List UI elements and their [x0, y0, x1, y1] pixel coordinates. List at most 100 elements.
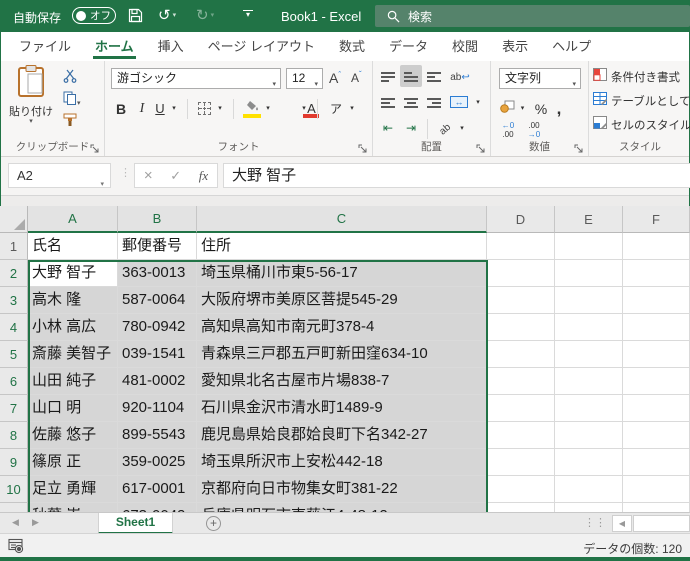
cell-B1[interactable]: 郵便番号 [118, 233, 197, 260]
currency-format-button[interactable] [497, 98, 517, 120]
conditional-formatting-button[interactable]: 条件付き書式 [593, 66, 690, 88]
cell-F6[interactable] [623, 368, 690, 395]
cell-F9[interactable] [623, 449, 690, 476]
cell-C3[interactable]: 大阪府堺市美原区菩提545-29 [197, 287, 487, 314]
select-all-corner[interactable] [0, 206, 28, 233]
autosave-toggle[interactable]: オフ [72, 7, 116, 24]
cell-B3[interactable]: 587-0064 [118, 287, 197, 314]
cell-D8[interactable] [487, 422, 555, 449]
borders-button[interactable] [195, 98, 213, 120]
align-bottom-button[interactable] [423, 65, 445, 87]
cell-F2[interactable] [623, 260, 690, 287]
cell-D10[interactable] [487, 476, 555, 503]
row-header-11[interactable]: 11 [0, 503, 28, 512]
hscroll-thumb[interactable] [633, 515, 690, 532]
cell-styles-button[interactable]: セルのスタイル [593, 114, 690, 136]
cell-B10[interactable]: 617-0001 [118, 476, 197, 503]
ribbon-tab-挿入[interactable]: 挿入 [146, 32, 196, 61]
align-right-button[interactable] [423, 91, 445, 113]
cell-B9[interactable]: 359-0025 [118, 449, 197, 476]
cell-C6[interactable]: 愛知県北名古屋市片場838-7 [197, 368, 487, 395]
merge-center-button[interactable]: ↔ [447, 91, 471, 113]
decrease-decimal-button[interactable]: .00 →0 [523, 121, 545, 139]
number-dialog-launcher-icon[interactable] [574, 141, 585, 153]
prev-sheet-icon[interactable]: ◀ [12, 517, 19, 528]
row-header-4[interactable]: 4 [0, 314, 28, 341]
cell-D9[interactable] [487, 449, 555, 476]
format-as-table-button[interactable]: テーブルとして書式設定 [593, 90, 690, 112]
undo-icon[interactable]: ↺ ▾ [158, 7, 176, 24]
copy-button[interactable]: ▾ [63, 91, 81, 108]
underline-button[interactable]: U [153, 98, 167, 120]
cell-A3[interactable]: 高木 隆 [28, 287, 118, 314]
cell-D6[interactable] [487, 368, 555, 395]
column-header-F[interactable]: F [623, 206, 690, 233]
row-header-2[interactable]: 2 [0, 260, 28, 287]
wrap-text-button[interactable]: ab↩ [449, 65, 471, 87]
orientation-button[interactable]: ab [435, 117, 457, 139]
ribbon-tab-ヘルプ[interactable]: ヘルプ [540, 32, 603, 61]
alignment-dialog-launcher-icon[interactable] [476, 141, 487, 153]
paste-button[interactable]: 貼り付け ▾ [7, 65, 55, 139]
cell-C2[interactable]: 埼玉県桶川市東5-56-17 [197, 260, 487, 287]
merge-dropdown-icon[interactable]: ▾ [473, 92, 483, 114]
font-color-dropdown-icon[interactable]: ▾ [299, 98, 309, 120]
row-header-7[interactable]: 7 [0, 395, 28, 422]
ribbon-tab-データ[interactable]: データ [377, 32, 440, 61]
currency-dropdown-icon[interactable]: ▾ [518, 98, 527, 120]
borders-dropdown-icon[interactable]: ▾ [215, 98, 225, 120]
increase-font-size-button[interactable]: Aˆ [329, 70, 341, 86]
cell-F11[interactable] [623, 503, 690, 512]
underline-dropdown-icon[interactable]: ▾ [169, 98, 179, 120]
name-box[interactable]: A2 ▾ [8, 163, 111, 188]
clipboard-dialog-launcher-icon[interactable] [90, 141, 101, 153]
column-header-A[interactable]: A [28, 206, 118, 233]
cell-E6[interactable] [555, 368, 623, 395]
column-header-E[interactable]: E [555, 206, 623, 233]
cell-D11[interactable] [487, 503, 555, 512]
name-box-dropdown-icon[interactable]: ▾ [100, 173, 104, 196]
italic-button[interactable]: I [135, 98, 149, 120]
cell-F8[interactable] [623, 422, 690, 449]
column-header-D[interactable]: D [487, 206, 555, 233]
cell-A10[interactable]: 足立 勇輝 [28, 476, 118, 503]
ribbon-tab-校閲[interactable]: 校閲 [440, 32, 490, 61]
cell-A2[interactable]: 大野 智子 [28, 260, 118, 287]
cell-A9[interactable]: 篠原 正 [28, 449, 118, 476]
fill-color-button[interactable] [243, 98, 261, 120]
format-painter-button[interactable] [63, 113, 77, 130]
cell-D7[interactable] [487, 395, 555, 422]
decrease-font-size-button[interactable]: Aˇ [351, 70, 362, 85]
percent-style-button[interactable]: % [533, 98, 549, 120]
search-box[interactable]: 検索 [375, 5, 690, 27]
phonetic-dropdown-icon[interactable]: ▾ [347, 98, 357, 120]
cell-D1[interactable] [487, 233, 555, 260]
cancel-entry-icon[interactable]: × [144, 167, 153, 184]
cell-B6[interactable]: 481-0002 [118, 368, 197, 395]
column-header-B[interactable]: B [118, 206, 197, 233]
ribbon-tab-ホーム[interactable]: ホーム [83, 32, 146, 61]
cell-A8[interactable]: 佐藤 悠子 [28, 422, 118, 449]
cell-F7[interactable] [623, 395, 690, 422]
cell-B7[interactable]: 920-1104 [118, 395, 197, 422]
insert-function-icon[interactable]: fx [199, 168, 208, 184]
cell-F4[interactable] [623, 314, 690, 341]
copy-dropdown-icon[interactable]: ▾ [77, 100, 81, 107]
save-icon[interactable] [128, 8, 143, 27]
cell-F10[interactable] [623, 476, 690, 503]
hscroll-left-icon[interactable]: ◀ [612, 515, 632, 532]
cell-A1[interactable]: 氏名 [28, 233, 118, 260]
sheet-tab-sheet1[interactable]: Sheet1 [98, 513, 173, 534]
ribbon-tab-数式[interactable]: 数式 [327, 32, 377, 61]
row-header-6[interactable]: 6 [0, 368, 28, 395]
cell-E9[interactable] [555, 449, 623, 476]
row-header-8[interactable]: 8 [0, 422, 28, 449]
cell-F3[interactable] [623, 287, 690, 314]
cell-D5[interactable] [487, 341, 555, 368]
formula-input[interactable]: 大野 智子 [223, 163, 690, 188]
cell-E5[interactable] [555, 341, 623, 368]
font-name-dropdown-icon[interactable]: ▾ [272, 75, 276, 94]
confirm-entry-icon[interactable]: ✓ [170, 168, 181, 184]
cell-B8[interactable]: 899-5543 [118, 422, 197, 449]
cut-button[interactable] [63, 69, 77, 86]
